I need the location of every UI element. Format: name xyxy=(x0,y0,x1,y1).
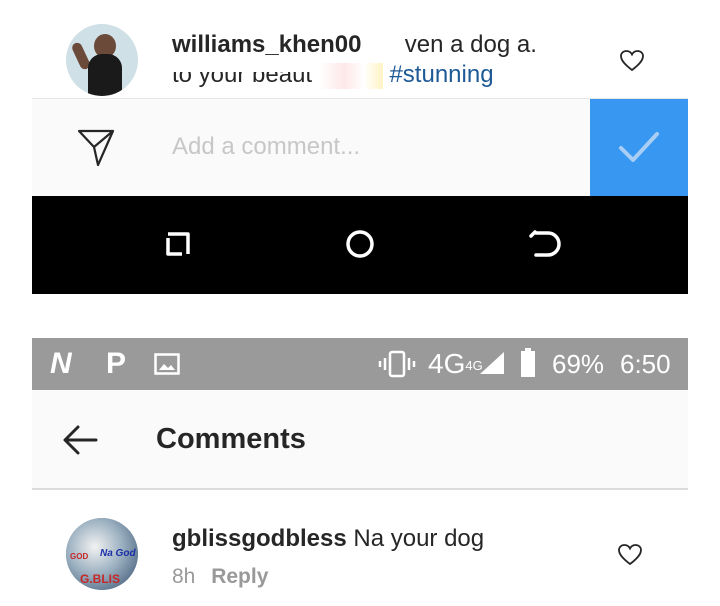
comment-body: gblissgodbless Na your dog xyxy=(172,524,484,554)
redaction xyxy=(318,62,383,89)
network-label: 4G xyxy=(428,348,466,379)
top-comment-fragment: ven a dog a. xyxy=(404,31,537,58)
top-comment-text: williams_khen00 ven a dog a. xyxy=(172,30,537,60)
comment-input[interactable] xyxy=(172,129,552,165)
comments-header: Comments xyxy=(32,390,688,490)
app-notification-p-icon: P xyxy=(106,347,127,380)
avatar-figure-body xyxy=(88,54,122,96)
status-bar: N P 4G4G 69% 6:50 xyxy=(32,338,688,390)
back-arrow-icon xyxy=(529,230,561,257)
recents-icon xyxy=(166,232,190,256)
comment-username[interactable]: gblissgodbless xyxy=(172,525,347,552)
avatar-text-gblis: G.BLIS xyxy=(80,572,121,586)
top-comment-line2: to your beaut #stunning xyxy=(172,60,494,90)
system-navbar xyxy=(32,196,688,294)
home-button[interactable] xyxy=(342,226,378,262)
top-comment-line2-fragment: to your beaut xyxy=(172,61,313,88)
header-back-button[interactable] xyxy=(60,420,100,460)
recents-button[interactable] xyxy=(160,226,196,262)
network-type: 4G4G xyxy=(428,348,483,380)
vibrate-icon xyxy=(378,350,416,378)
top-comment: williams_khen00 ven a dog a. to your bea… xyxy=(32,0,688,98)
page-title: Comments xyxy=(156,423,306,455)
hashtag-link[interactable]: #stunning xyxy=(389,61,493,88)
image-icon xyxy=(154,353,180,375)
back-button[interactable] xyxy=(526,226,562,262)
top-comment-username[interactable]: williams_khen00 xyxy=(172,31,361,58)
heart-outline-icon[interactable] xyxy=(620,50,644,72)
paper-plane-icon[interactable] xyxy=(76,125,116,169)
avatar-text-god: GOD xyxy=(70,552,89,561)
avatar-text-na-god: Na God xyxy=(100,548,136,559)
home-circle-icon xyxy=(346,230,374,258)
comment-meta: 8h Reply xyxy=(172,564,268,590)
comment-timestamp: 8h xyxy=(172,565,196,588)
comment-item: GOD Na God G.BLIS gblissgodbless Na your… xyxy=(32,490,688,606)
redaction xyxy=(368,32,399,59)
signal-icon xyxy=(480,352,504,374)
clock: 6:50 xyxy=(620,349,671,379)
reply-button[interactable]: Reply xyxy=(211,565,268,588)
user-avatar[interactable] xyxy=(66,24,138,96)
battery-icon xyxy=(521,348,535,377)
checkmark-icon xyxy=(619,132,659,162)
arrow-left-icon xyxy=(63,425,98,455)
heart-outline-icon[interactable] xyxy=(618,544,642,566)
post-comment-button[interactable] xyxy=(590,99,688,197)
app-notification-n-icon: N xyxy=(50,347,72,380)
commenter-avatar[interactable]: GOD Na God G.BLIS xyxy=(66,518,138,590)
battery-percentage: 69% xyxy=(552,349,605,379)
comment-text: Na your dog xyxy=(353,525,485,552)
comment-composer xyxy=(32,98,688,197)
